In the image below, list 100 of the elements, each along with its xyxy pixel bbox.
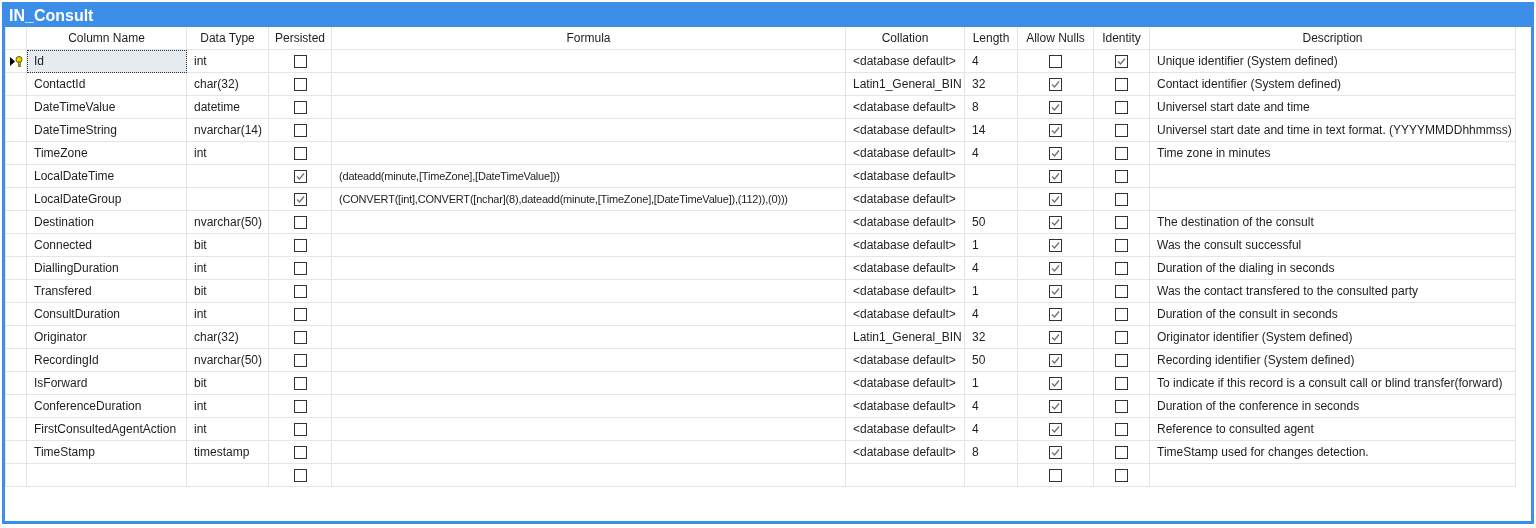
table-cell: 1: [965, 372, 1018, 395]
checkbox[interactable]: [1115, 307, 1128, 321]
checkbox[interactable]: [293, 422, 307, 436]
checkbox[interactable]: [293, 399, 307, 413]
checkbox[interactable]: [1115, 54, 1128, 68]
checkbox[interactable]: [1049, 192, 1062, 206]
check-icon: [1051, 148, 1060, 158]
table-cell: int: [187, 395, 269, 418]
column-header[interactable]: Collation: [846, 27, 965, 50]
checkbox[interactable]: [1115, 468, 1128, 482]
table-cell: <database default>: [846, 211, 965, 234]
table-cell: RecordingId: [27, 349, 187, 372]
table-cell: TimeStamp used for changes detection.: [1150, 441, 1516, 464]
checkbox[interactable]: [1115, 445, 1128, 459]
checkbox[interactable]: [1049, 261, 1062, 275]
checkbox[interactable]: [1115, 330, 1128, 344]
checkbox[interactable]: [1049, 100, 1062, 114]
checkbox[interactable]: [1115, 261, 1128, 275]
checkbox[interactable]: [1049, 307, 1062, 321]
checkbox[interactable]: [1049, 238, 1062, 252]
checkbox[interactable]: [293, 468, 307, 482]
checkbox[interactable]: [1115, 353, 1128, 367]
table-cell: int: [187, 418, 269, 441]
checkbox[interactable]: [1049, 468, 1062, 482]
check-icon: [1117, 56, 1126, 66]
table-cell: <database default>: [846, 280, 965, 303]
checkbox[interactable]: [1115, 238, 1128, 252]
table-cell: (CONVERT([int],CONVERT([nchar](8),dateadd(minute,[TimeZone],[DateTimeValue]),(112)),(0))): [332, 188, 846, 211]
checkbox[interactable]: [1049, 353, 1062, 367]
checkbox[interactable]: [1049, 146, 1062, 160]
check-icon: [1051, 401, 1060, 411]
checkbox[interactable]: [293, 146, 307, 160]
column-header[interactable]: Data Type: [187, 27, 269, 50]
checkbox[interactable]: [1049, 284, 1062, 298]
checkbox[interactable]: [293, 100, 307, 114]
column-header[interactable]: Description: [1150, 27, 1516, 50]
checkbox[interactable]: [293, 215, 307, 229]
checkbox[interactable]: [293, 376, 307, 390]
checkbox[interactable]: [293, 238, 307, 252]
column-header[interactable]: Allow Nulls: [1018, 27, 1094, 50]
checkbox[interactable]: [1049, 422, 1062, 436]
table-cell: 4: [965, 50, 1018, 73]
checkbox[interactable]: [293, 284, 307, 298]
checkbox[interactable]: [1049, 169, 1062, 183]
checkbox[interactable]: [1049, 399, 1062, 413]
table-cell: 14: [965, 119, 1018, 142]
checkbox[interactable]: [1115, 169, 1128, 183]
column-header[interactable]: Formula: [332, 27, 846, 50]
table-cell: ConferenceDuration: [27, 395, 187, 418]
checkbox[interactable]: [1115, 399, 1128, 413]
checkbox[interactable]: [1049, 376, 1062, 390]
checkbox[interactable]: [1115, 284, 1128, 298]
column-header[interactable]: Identity: [1094, 27, 1150, 50]
checkbox[interactable]: [1049, 445, 1062, 459]
checkbox[interactable]: [293, 123, 307, 137]
table-cell: <database default>: [846, 303, 965, 326]
table-cell: 50: [965, 349, 1018, 372]
checkbox[interactable]: [1049, 215, 1062, 229]
checkbox[interactable]: [1049, 330, 1062, 344]
check-icon: [1051, 286, 1060, 296]
check-icon: [1051, 424, 1060, 434]
check-icon: [1051, 447, 1060, 457]
checkbox[interactable]: [1115, 422, 1128, 436]
checkbox[interactable]: [1049, 54, 1062, 68]
check-icon: [1051, 332, 1060, 342]
column-header[interactable]: Persisted: [269, 27, 332, 50]
table-cell: Latin1_General_BIN: [846, 326, 965, 349]
checkbox[interactable]: [1115, 215, 1128, 229]
table-cell: Duration of the dialing in seconds: [1150, 257, 1516, 280]
table-cell: TimeZone: [27, 142, 187, 165]
checkbox[interactable]: [1049, 123, 1062, 137]
table-cell: <database default>: [846, 441, 965, 464]
selected-cell[interactable]: Id: [27, 50, 187, 73]
checkbox[interactable]: [293, 169, 307, 183]
checkbox[interactable]: [1115, 100, 1128, 114]
checkbox[interactable]: [1115, 123, 1128, 137]
checkbox[interactable]: [1115, 146, 1128, 160]
checkbox[interactable]: [293, 307, 307, 321]
table-cell: To indicate if this record is a consult call or blind transfer(forward): [1150, 372, 1516, 395]
column-header[interactable]: Length: [965, 27, 1018, 50]
checkbox[interactable]: [293, 192, 307, 206]
table-cell: <database default>: [846, 119, 965, 142]
checkbox[interactable]: [293, 261, 307, 275]
checkbox[interactable]: [1115, 77, 1128, 91]
table-cell: Latin1_General_BIN: [846, 73, 965, 96]
checkbox[interactable]: [293, 330, 307, 344]
table-cell: char(32): [187, 73, 269, 96]
checkbox[interactable]: [293, 77, 307, 91]
checkbox[interactable]: [293, 445, 307, 459]
checkbox[interactable]: [1049, 77, 1062, 91]
check-icon: [1051, 194, 1060, 204]
table-cell: Universel start date and time in text format. (YYYYMMDDhhmmss): [1150, 119, 1516, 142]
checkbox[interactable]: [293, 54, 307, 68]
check-icon: [1051, 171, 1060, 181]
checkbox[interactable]: [1115, 376, 1128, 390]
table-cell: 4: [965, 395, 1018, 418]
table-cell: Was the consult successful: [1150, 234, 1516, 257]
checkbox[interactable]: [1115, 192, 1128, 206]
checkbox[interactable]: [293, 353, 307, 367]
table-cell: LocalDateTime: [27, 165, 187, 188]
